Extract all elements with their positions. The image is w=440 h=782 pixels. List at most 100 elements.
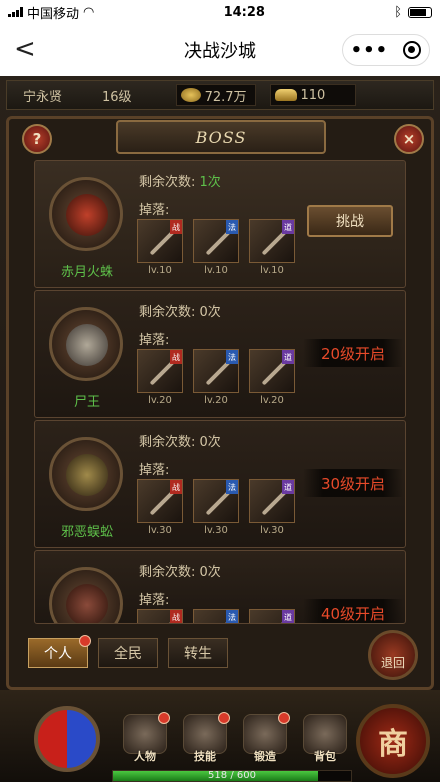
menu-skills[interactable]: 技能 [178,712,232,770]
item-level: lv.10 [204,265,228,276]
class-tag: 战 [170,350,182,364]
zombie-king-icon [66,324,108,366]
boss-banner: BOSS [116,120,326,154]
tab-personal[interactable]: 个人 [28,635,91,668]
menu-label: 技能 [194,750,216,763]
boss-portrait [49,567,123,623]
boss-card: 尸王 剩余次数: 0次 掉落: 战 lv.20 法 lv.20 道 lv.20 20级… [34,290,406,418]
signal-icon [8,7,23,17]
class-tag: 道 [282,220,294,234]
gold-amount: 72.7万 [204,89,247,105]
notification-dot [79,635,91,647]
class-tag: 战 [170,220,182,234]
exp-text: 518 / 600 [208,770,256,781]
class-tag: 战 [170,610,182,623]
drop-item[interactable]: 道 lv.20 [249,349,295,406]
gold-coin-icon [180,88,201,102]
boss-card: 赤月火蛛 剩余次数: 1次 掉落: 战 lv.10 法 lv.10 道 lv.10 挑… [34,160,406,288]
notification-dot [218,712,230,724]
remaining-count: 剩余次数: 0次 [139,431,221,450]
remaining-value: 0次 [199,565,221,580]
remaining-count: 剩余次数: 0次 [139,301,221,320]
unlock-level: 40级开启 [303,599,403,623]
notification-dot [278,712,290,724]
game-screen: 宁永贤 16级 72.7万 110 BOSS ? × 赤月火蛛 剩余次数: 1次… [0,76,440,782]
help-button[interactable]: ? [22,124,52,154]
class-tag: 法 [226,610,238,623]
gold-display[interactable]: 72.7万 [175,84,256,106]
spider-icon [66,194,108,236]
item-level: lv.10 [148,265,172,276]
drop-item[interactable]: 道 [249,609,295,623]
menu-label: 人物 [134,750,156,763]
bluetooth-icon: ᛒ [394,4,402,20]
remaining-count: 剩余次数: 1次 [139,171,221,190]
menu-label: 锻造 [254,750,276,763]
drop-item[interactable]: 战 lv.20 [137,349,183,406]
drop-item[interactable]: 法 [193,609,239,623]
drop-item[interactable]: 战 lv.30 [137,479,183,536]
drop-label: 掉落: [139,203,170,218]
ingot-display[interactable]: 110 [269,84,357,106]
menu-bag[interactable]: 背包 [298,714,352,770]
exp-bar: 518 / 600 [112,770,352,782]
boss-portrait [49,437,123,511]
drop-item[interactable]: 道 lv.30 [249,479,295,536]
boss-portrait [49,307,123,381]
drop-item[interactable]: 道 lv.10 [249,219,295,276]
player-level: 16级 [102,89,132,105]
class-tag: 道 [282,480,294,494]
drop-item[interactable]: 法 lv.10 [193,219,239,276]
tab-label: 个人 [44,646,72,662]
class-tag: 法 [226,350,238,364]
unlock-level: 30级开启 [303,469,403,497]
drop-item[interactable]: 战 lv.10 [137,219,183,276]
notification-dot [158,712,170,724]
carrier: 中国移动 [27,6,80,22]
drop-label: 掉落: [139,463,170,478]
nav-bar: < 决战沙城 ••• [0,24,440,76]
remaining-value: 1次 [199,175,221,190]
item-level: lv.10 [260,265,284,276]
class-tag: 道 [282,610,294,623]
tab-bar: 个人 全民 转生 [28,635,228,668]
tab-everyone[interactable]: 全民 [98,638,158,668]
remaining-label: 剩余次数: [139,565,196,580]
drop-label: 掉落: [139,333,170,348]
item-level: lv.30 [148,525,172,536]
class-tag: 战 [170,480,182,494]
menu-forge[interactable]: 锻造 [238,712,292,770]
return-button[interactable]: 退回 [368,630,418,680]
item-level: lv.20 [148,395,172,406]
class-tag: 法 [226,220,238,234]
close-button[interactable]: × [394,124,424,154]
item-level: lv.30 [204,525,228,536]
drop-item[interactable]: 战 [137,609,183,623]
back-chevron-icon[interactable]: < [14,36,36,62]
challenge-button[interactable]: 挑战 [307,205,393,237]
drop-item[interactable]: 法 lv.30 [193,479,239,536]
close-target-icon[interactable] [403,41,422,59]
tab-rebirth[interactable]: 转生 [168,638,228,668]
hp-mp-orb [34,706,100,772]
class-tag: 法 [226,480,238,494]
remaining-value: 0次 [199,435,221,450]
page-title: 决战沙城 [184,41,256,62]
bottom-hud: 人物 技能 锻造 背包 商 518 / 600 [0,690,440,782]
clock: 14:28 [223,4,265,20]
battery-icon [408,6,432,18]
menu-label: 背包 [314,750,336,763]
drop-item[interactable]: 法 lv.20 [193,349,239,406]
menu-character[interactable]: 人物 [118,712,172,770]
main-menu: 人物 技能 锻造 背包 [118,712,352,770]
item-level: lv.20 [204,395,228,406]
class-tag: 道 [282,350,294,364]
remaining-count: 剩余次数: 0次 [139,561,221,580]
drop-label: 掉落: [139,593,170,608]
shop-button[interactable]: 商 [356,704,430,778]
centipede-icon [66,454,108,496]
boss-name: 邪恶蜈蚣 [60,525,113,540]
more-icon[interactable]: ••• [351,40,389,61]
boss-name: 尸王 [73,395,100,410]
wifi-icon: ◠ [83,4,95,20]
